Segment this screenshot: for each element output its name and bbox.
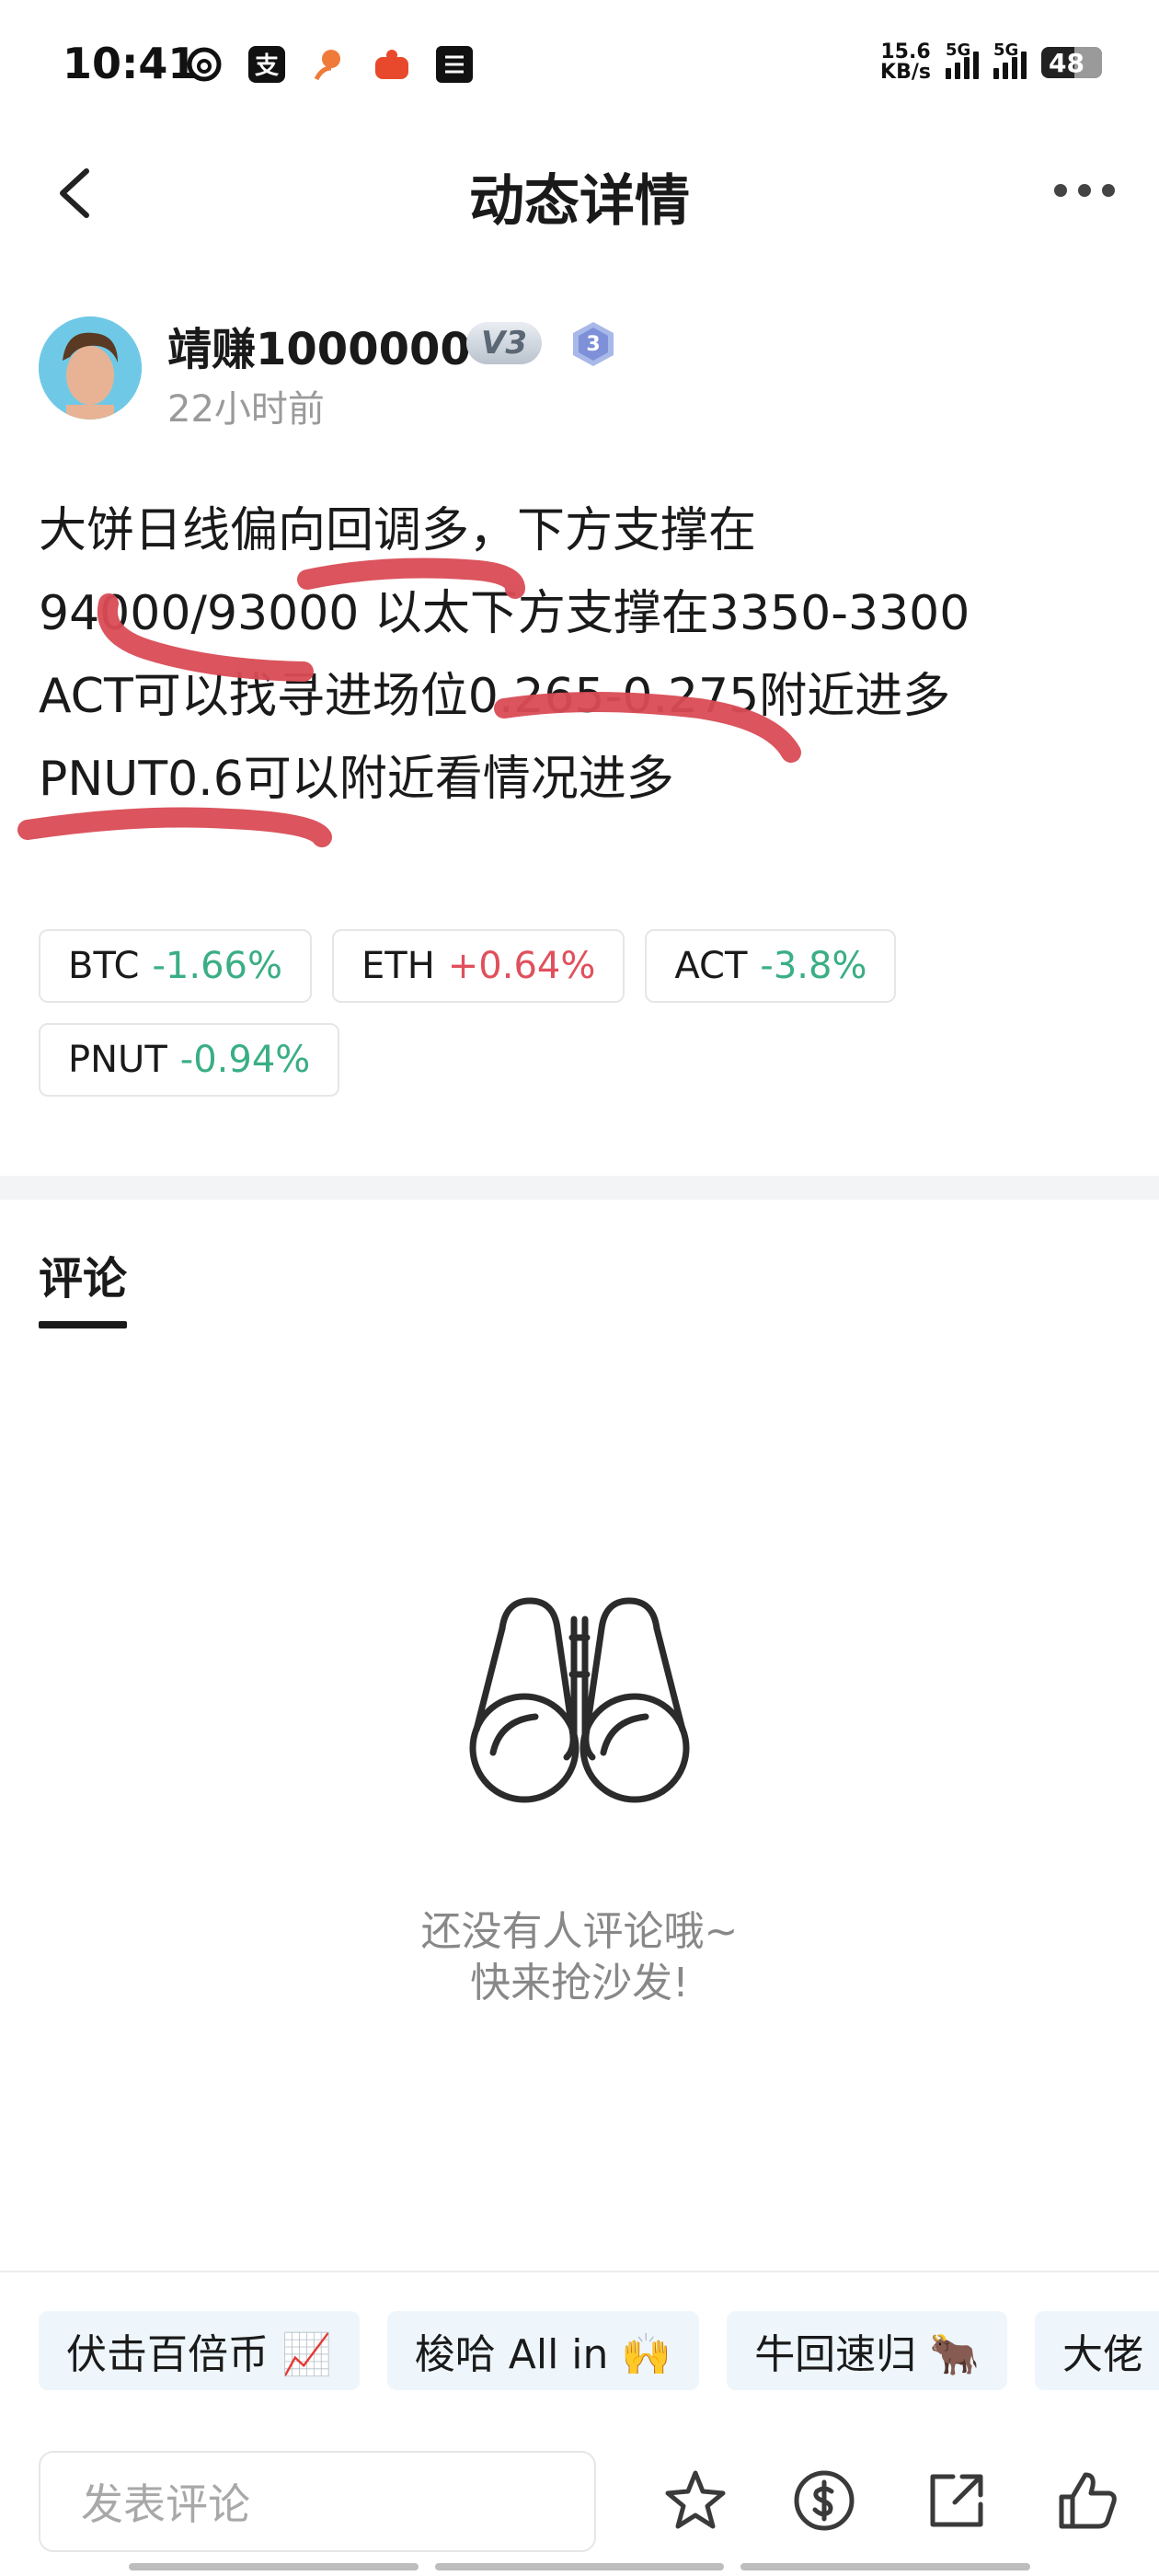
taobao-icon: [314, 50, 340, 81]
quick-reply-chip[interactable]: 伏击百倍币 📈: [39, 2311, 360, 2390]
section-divider: [0, 1176, 1159, 1200]
ticker-list: BTC -1.66% ETH +0.64% ACT -3.8% PNUT -0.…: [39, 929, 1124, 1097]
status-right: 15.6 KB/s 5G 5G 48: [880, 40, 1102, 84]
network-speed: 15.6 KB/s: [880, 40, 931, 84]
ticker-chip[interactable]: PNUT -0.94%: [39, 1023, 340, 1097]
alipay-icon: 支: [248, 46, 285, 83]
empty-comments-message: 还没有人评论哦~ 快来抢沙发!: [420, 1908, 739, 2007]
ticker-chip[interactable]: BTC -1.66%: [39, 929, 312, 1003]
post-time: 22小时前: [167, 388, 325, 431]
status-time: 10:41: [63, 39, 198, 88]
tip-coin-icon[interactable]: [789, 2466, 859, 2536]
binoculars-icon: [469, 1597, 690, 1803]
netease-icon: [187, 47, 222, 82]
home-indicator: [129, 2563, 1031, 2570]
like-icon[interactable]: [1052, 2466, 1122, 2536]
star-icon[interactable]: [660, 2466, 730, 2536]
capcut-icon: [436, 46, 473, 83]
signal-icon: 5G: [993, 40, 1027, 79]
avatar[interactable]: [39, 316, 142, 420]
post-content: 大饼日线偏向回调多，下方支撑在 94000/93000 以太下方支撑在3350-…: [39, 489, 1124, 821]
quick-reply-bar: 伏击百倍币 📈 梭哈 All in 🙌 牛回速归 🐂 大佬: [39, 2311, 1159, 2390]
quick-reply-chip[interactable]: 大佬: [1034, 2311, 1159, 2390]
post-line: ACT可以找寻进场位0.265-0.275附近进多: [39, 669, 951, 724]
status-app-icons: 支: [184, 44, 475, 85]
ticker-chip[interactable]: ACT -3.8%: [645, 929, 897, 1003]
post-line: PNUT0.6可以附近看情况进多: [39, 752, 674, 807]
battery-icon: 48: [1041, 47, 1102, 78]
app-icon: [375, 50, 408, 79]
author-name[interactable]: 靖赚1000000: [167, 313, 471, 377]
tab-comments[interactable]: 评论: [39, 1242, 127, 1306]
tab-indicator: [39, 1321, 127, 1328]
signal-icon: 5G: [946, 40, 979, 79]
share-icon[interactable]: [922, 2466, 992, 2536]
page-title: 动态详情: [469, 169, 690, 234]
level-badge-icon: 3: [573, 322, 614, 366]
quick-reply-chip[interactable]: 梭哈 All in 🙌: [386, 2311, 700, 2390]
svg-text:3: 3: [586, 333, 600, 356]
ticker-chip[interactable]: ETH +0.64%: [331, 929, 625, 1003]
svg-text:支: 支: [255, 52, 279, 80]
quick-reply-chip[interactable]: 牛回速归 🐂: [727, 2311, 1007, 2390]
more-icon[interactable]: [1054, 184, 1115, 197]
vip-badge: V3: [466, 322, 542, 364]
bottom-divider: [0, 2271, 1159, 2272]
comment-input[interactable]: 发表评论: [39, 2451, 596, 2552]
post-line: 大饼日线偏向回调多，下方支撑在: [39, 503, 757, 558]
post-line: 94000/93000 以太下方支撑在3350-3300: [39, 586, 970, 641]
